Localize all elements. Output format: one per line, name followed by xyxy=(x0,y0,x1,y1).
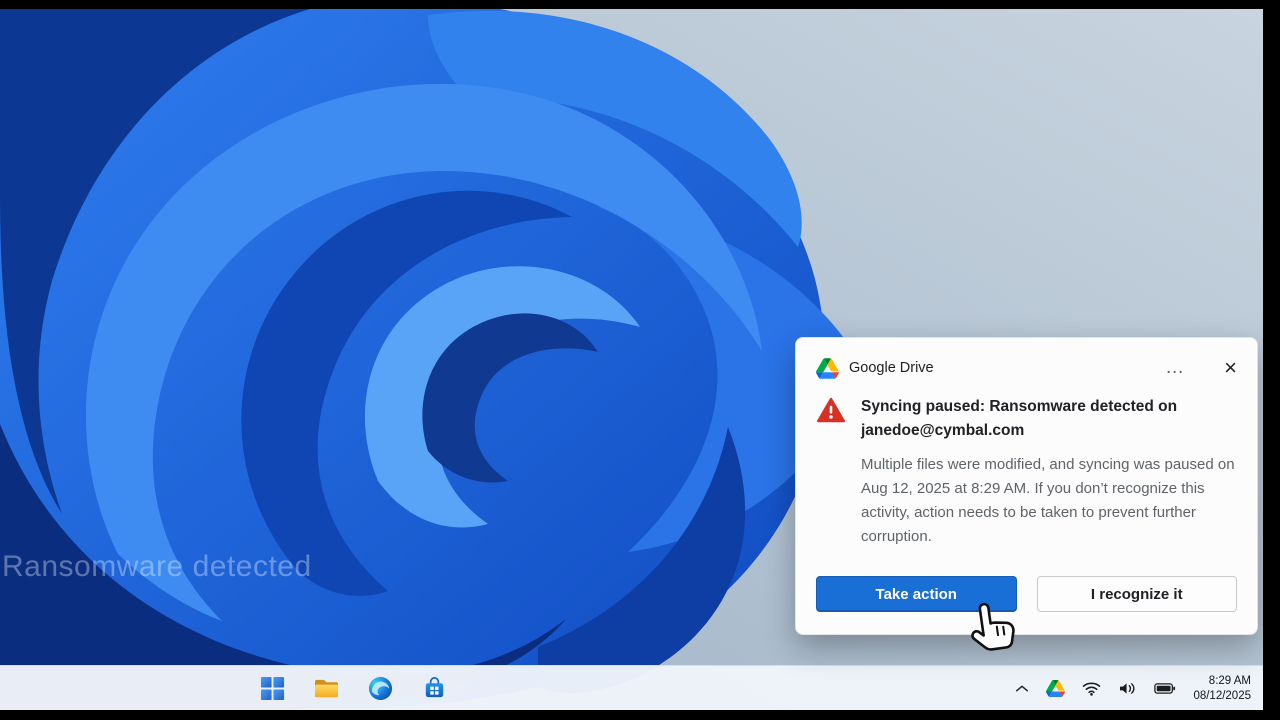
notification-title: Syncing paused: Ransomware detected on j… xyxy=(861,395,1237,443)
file-explorer-icon xyxy=(313,677,340,700)
file-explorer-button[interactable] xyxy=(306,668,346,708)
notification-more-button[interactable]: … xyxy=(1165,363,1184,373)
edge-browser-icon xyxy=(368,676,393,701)
battery-button[interactable] xyxy=(1150,678,1180,699)
windows-logo-icon xyxy=(260,676,285,701)
notification-app-name: Google Drive xyxy=(849,360,934,376)
notification-header: Google Drive … × xyxy=(816,355,1237,381)
notification-close-button[interactable]: × xyxy=(1224,358,1237,378)
warning-icon xyxy=(817,395,845,549)
notification-actions: Take action I recognize it xyxy=(816,576,1237,612)
wifi-icon xyxy=(1082,681,1101,696)
chevron-up-icon xyxy=(1015,684,1029,693)
google-drive-logo-icon xyxy=(816,358,839,379)
clock-date: 08/12/2025 xyxy=(1193,689,1251,704)
letterbox-right xyxy=(1263,0,1280,720)
notification-texts: Syncing paused: Ransomware detected on j… xyxy=(861,395,1237,549)
volume-button[interactable] xyxy=(1114,677,1141,700)
tray-chevron-button[interactable] xyxy=(1011,680,1033,697)
screen: Ransomware detected Google Drive … × xyxy=(0,0,1280,720)
speaker-icon xyxy=(1118,681,1137,696)
wifi-button[interactable] xyxy=(1078,677,1105,700)
microsoft-store-icon xyxy=(422,676,447,701)
microsoft-store-button[interactable] xyxy=(414,668,454,708)
system-tray: 8:29 AM 08/12/2025 xyxy=(1011,666,1255,711)
edge-button[interactable] xyxy=(360,668,400,708)
tray-google-drive-button[interactable] xyxy=(1042,676,1069,701)
notification-content: Syncing paused: Ransomware detected on j… xyxy=(816,395,1237,549)
start-button[interactable] xyxy=(252,668,292,708)
taskbar-clock[interactable]: 8:29 AM 08/12/2025 xyxy=(1189,672,1255,706)
clock-time: 8:29 AM xyxy=(1193,674,1251,689)
wallpaper-watermark: Ransomware detected xyxy=(2,550,312,584)
battery-icon xyxy=(1154,682,1176,695)
cursor-hand-icon xyxy=(962,596,1021,659)
taskbar-center-icons xyxy=(252,668,454,708)
google-drive-notification: Google Drive … × Syncing paused: Ransomw… xyxy=(795,337,1258,635)
notification-message: Multiple files were modified, and syncin… xyxy=(861,453,1237,549)
letterbox-bottom xyxy=(0,710,1280,720)
letterbox-top xyxy=(0,0,1280,9)
google-drive-tray-icon xyxy=(1046,680,1065,697)
taskbar: 8:29 AM 08/12/2025 xyxy=(0,665,1263,710)
recognize-button[interactable]: I recognize it xyxy=(1037,576,1238,612)
